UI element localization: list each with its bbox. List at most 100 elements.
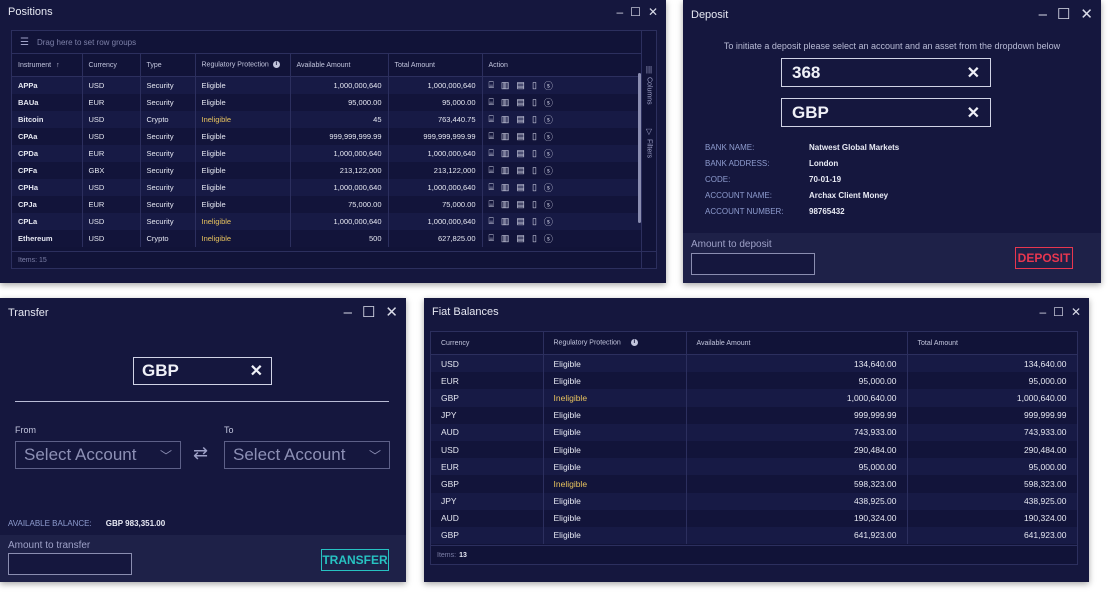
dollar-coin-icon[interactable]: ⓢ	[544, 79, 553, 92]
table-row[interactable]: GBP Ineligible 1,000,640.00 1,000,640.00	[431, 389, 1078, 407]
info-icon[interactable]: i	[630, 339, 638, 347]
table-row[interactable]: JPY Eligible 438,925.00 438,925.00	[431, 492, 1078, 510]
clipboard-icon[interactable]: ▤	[516, 165, 525, 176]
ticket-icon[interactable]: ⌸	[489, 97, 494, 108]
column-header[interactable]: Regulatory Protection i	[195, 54, 291, 77]
bar-chart-icon[interactable]: ▥	[501, 216, 510, 227]
column-header[interactable]: Total Amount	[388, 54, 483, 77]
table-row[interactable]: AUD Eligible 743,933.00 743,933.00	[431, 423, 1078, 441]
close-icon[interactable]: ✕	[1080, 7, 1093, 22]
asset-select[interactable]: GBP ✕	[781, 98, 991, 127]
positions-titlebar[interactable]: Positions – ☐ ✕	[0, 0, 666, 24]
column-header[interactable]: Currency	[431, 332, 544, 355]
table-row[interactable]: BAUa EUR Security Eligible 95,000.00 95,000.0…	[12, 94, 643, 111]
clipboard-icon[interactable]: ▤	[516, 216, 525, 227]
close-icon[interactable]: ✕	[385, 305, 398, 320]
clipboard-icon[interactable]: ▤	[516, 233, 525, 244]
clipboard-icon[interactable]: ▤	[516, 97, 525, 108]
close-icon[interactable]: ✕	[1071, 306, 1081, 318]
dollar-coin-icon[interactable]: ⓢ	[544, 181, 553, 194]
maximize-icon[interactable]: ☐	[362, 305, 375, 320]
clear-icon[interactable]: ✕	[967, 63, 980, 83]
bar-chart-icon[interactable]: ▥	[501, 97, 510, 108]
ticket-icon[interactable]: ⌸	[489, 216, 494, 227]
table-row[interactable]: APPa USD Security Eligible 1,000,000,640 1,00…	[12, 76, 643, 94]
transfer-button[interactable]: TRANSFER	[321, 549, 389, 571]
tablet-icon[interactable]: ▯	[532, 131, 537, 142]
table-row[interactable]: CPFa GBX Security Eligible 213,122,000 213,12…	[12, 162, 643, 179]
table-row[interactable]: EUR Eligible 95,000.00 95,000.00	[431, 458, 1078, 476]
table-row[interactable]: CPAa USD Security Eligible 999,999,999.99 999…	[12, 128, 643, 145]
column-header[interactable]: Type	[140, 54, 196, 77]
bar-chart-icon[interactable]: ▥	[501, 131, 510, 142]
tablet-icon[interactable]: ▯	[532, 199, 537, 210]
ticket-icon[interactable]: ⌸	[489, 114, 494, 125]
ticket-icon[interactable]: ⌸	[489, 80, 494, 91]
ticket-icon[interactable]: ⌸	[489, 165, 494, 176]
columns-tab[interactable]: ||| Columns	[642, 61, 656, 111]
clear-icon[interactable]: ✕	[967, 103, 980, 123]
clipboard-icon[interactable]: ▤	[516, 114, 525, 125]
column-header[interactable]: Regulatory Protection i	[543, 332, 687, 355]
deposit-button[interactable]: DEPOSIT	[1015, 247, 1073, 269]
bar-chart-icon[interactable]: ▥	[501, 148, 510, 159]
table-row[interactable]: AUD Eligible 190,324.00 190,324.00	[431, 509, 1078, 527]
bar-chart-icon[interactable]: ▥	[501, 80, 510, 91]
table-row[interactable]: GBP Eligible 641,923.00 641,923.00	[431, 526, 1078, 545]
dollar-coin-icon[interactable]: ⓢ	[544, 147, 553, 160]
ticket-icon[interactable]: ⌸	[489, 233, 494, 244]
minimize-icon[interactable]: –	[616, 6, 623, 18]
clipboard-icon[interactable]: ▤	[516, 148, 525, 159]
tablet-icon[interactable]: ▯	[532, 165, 537, 176]
bar-chart-icon[interactable]: ▥	[501, 233, 510, 244]
tablet-icon[interactable]: ▯	[532, 148, 537, 159]
minimize-icon[interactable]: –	[1039, 306, 1046, 318]
tablet-icon[interactable]: ▯	[532, 216, 537, 227]
tablet-icon[interactable]: ▯	[532, 97, 537, 108]
from-account-select[interactable]: Select Account ﹀	[15, 441, 181, 469]
dollar-coin-icon[interactable]: ⓢ	[544, 164, 553, 177]
to-account-select[interactable]: Select Account ﹀	[224, 441, 390, 469]
amount-to-deposit-input[interactable]	[691, 253, 815, 275]
dollar-coin-icon[interactable]: ⓢ	[544, 113, 553, 126]
table-row[interactable]: USD Eligible 134,640.00 134,640.00	[431, 354, 1078, 373]
column-header[interactable]: Available Amount	[290, 54, 389, 77]
dollar-coin-icon[interactable]: ⓢ	[544, 198, 553, 211]
column-header[interactable]: Total Amount	[907, 332, 1078, 355]
swap-icon[interactable]: ⇄	[193, 443, 208, 464]
table-row[interactable]: CPHa USD Security Eligible 1,000,000,640 1,00…	[12, 179, 643, 196]
table-row[interactable]: Ethereum USD Crypto Ineligible 500 627,825.00…	[12, 230, 643, 247]
fiat-titlebar[interactable]: Fiat Balances – ☐ ✕	[424, 298, 1089, 326]
tablet-icon[interactable]: ▯	[532, 80, 537, 91]
table-row[interactable]: CPJa EUR Security Eligible 75,000.00 75,000.0…	[12, 196, 643, 213]
tablet-icon[interactable]: ▯	[532, 182, 537, 193]
row-group-panel[interactable]: ☰ Drag here to set row groups	[12, 31, 656, 54]
clipboard-icon[interactable]: ▤	[516, 199, 525, 210]
bar-chart-icon[interactable]: ▥	[501, 199, 510, 210]
bar-chart-icon[interactable]: ▥	[501, 114, 510, 125]
tablet-icon[interactable]: ▯	[532, 233, 537, 244]
bar-chart-icon[interactable]: ▥	[501, 182, 510, 193]
sort-asc-icon[interactable]: ↑	[56, 62, 60, 69]
clipboard-icon[interactable]: ▤	[516, 182, 525, 193]
ticket-icon[interactable]: ⌸	[489, 131, 494, 142]
tablet-icon[interactable]: ▯	[532, 114, 537, 125]
clipboard-icon[interactable]: ▤	[516, 131, 525, 142]
transfer-asset-select[interactable]: GBP ✕	[133, 357, 272, 385]
dollar-coin-icon[interactable]: ⓢ	[544, 96, 553, 109]
info-icon[interactable]: i	[272, 61, 280, 69]
close-icon[interactable]: ✕	[648, 6, 658, 18]
clear-icon[interactable]: ✕	[250, 361, 263, 381]
filters-tab[interactable]: ▽ Filters	[642, 123, 656, 168]
table-row[interactable]: CPLa USD Security Ineligible 1,000,000,640 1,…	[12, 213, 643, 230]
deposit-titlebar[interactable]: Deposit – ☐ ✕	[683, 0, 1101, 30]
dollar-coin-icon[interactable]: ⓢ	[544, 215, 553, 228]
ticket-icon[interactable]: ⌸	[489, 199, 494, 210]
table-row[interactable]: JPY Eligible 999,999.99 999,999.99	[431, 406, 1078, 424]
table-row[interactable]: CPDa EUR Security Eligible 1,000,000,640 1,00…	[12, 145, 643, 162]
ticket-icon[interactable]: ⌸	[489, 182, 494, 193]
transfer-titlebar[interactable]: Transfer – ☐ ✕	[0, 298, 406, 328]
clipboard-icon[interactable]: ▤	[516, 80, 525, 91]
maximize-icon[interactable]: ☐	[630, 6, 641, 18]
maximize-icon[interactable]: ☐	[1053, 306, 1064, 318]
